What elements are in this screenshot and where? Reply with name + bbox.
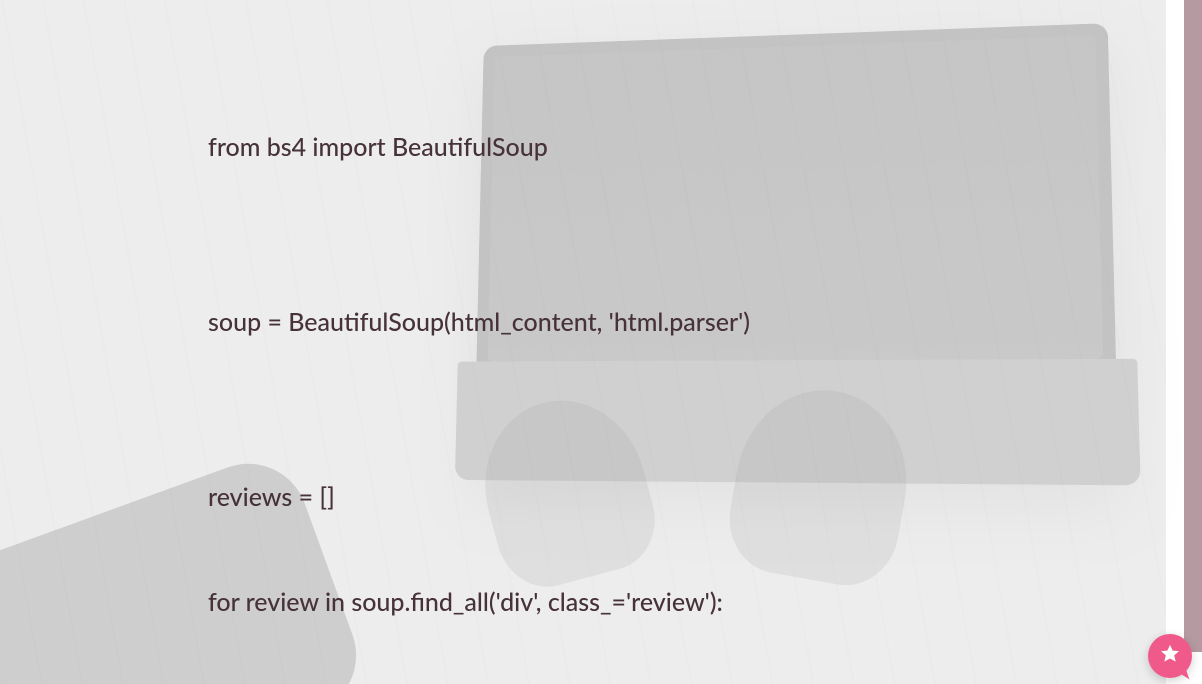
star-icon <box>1159 643 1181 669</box>
code-line: for review in soup.find_all('div', class… <box>208 585 948 620</box>
code-line: soup = BeautifulSoup(html_content, 'html… <box>208 305 948 340</box>
code-snippet: from bs4 import BeautifulSoup soup = Bea… <box>208 60 948 684</box>
scrollbar-track[interactable] <box>1184 0 1202 652</box>
code-line: reviews = [] <box>208 480 948 515</box>
chat-widget-button[interactable] <box>1148 634 1192 678</box>
code-line: from bs4 import BeautifulSoup <box>208 130 948 165</box>
